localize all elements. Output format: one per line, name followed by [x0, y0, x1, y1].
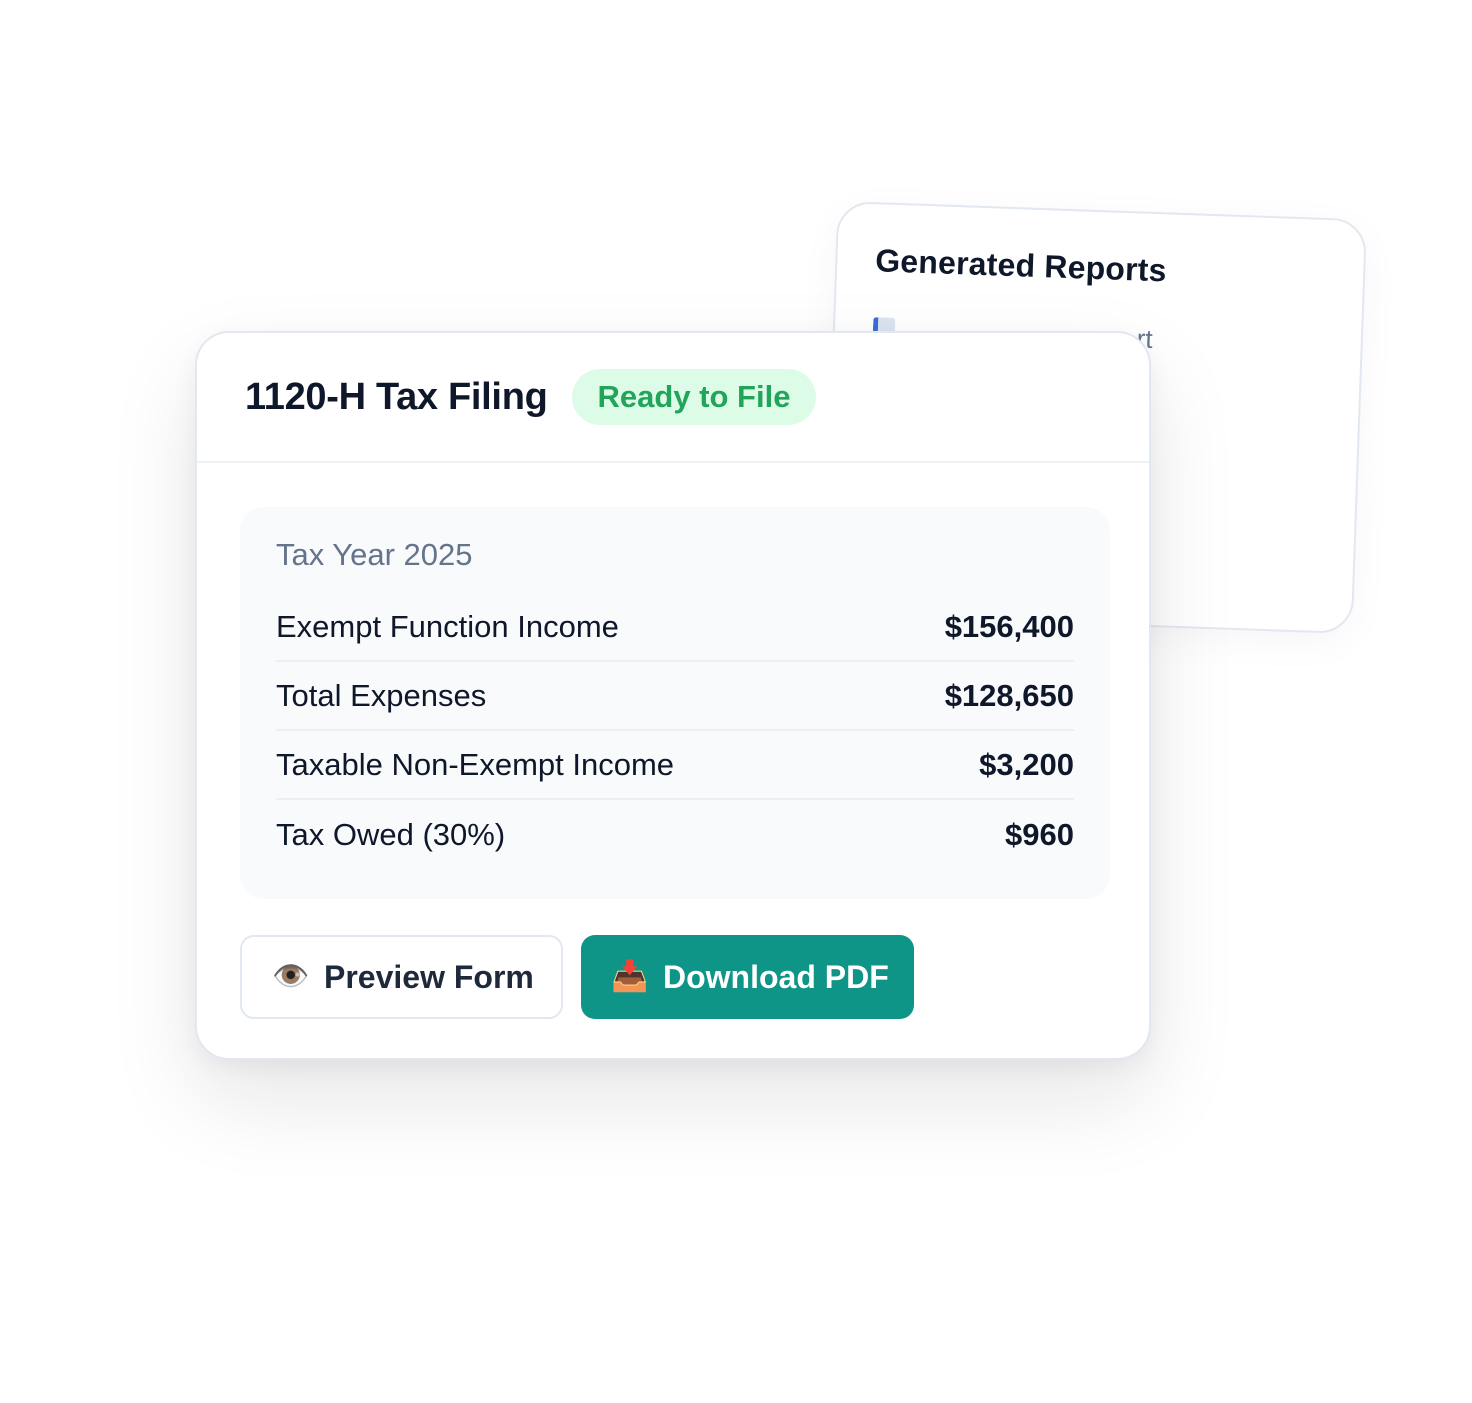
preview-form-label: Preview Form — [324, 958, 534, 995]
filing-summary: Tax Year 2025 Exempt Function Income $15… — [240, 507, 1110, 899]
table-row: Exempt Function Income $156,400 — [276, 593, 1074, 662]
generated-reports-title: Generated Reports — [874, 242, 1168, 289]
row-value: $128,650 — [944, 677, 1074, 713]
row-label: Taxable Non-Exempt Income — [276, 746, 675, 782]
row-value: $156,400 — [944, 608, 1074, 644]
inbox-download-icon: 📥 — [611, 960, 649, 993]
table-row: Taxable Non-Exempt Income $3,200 — [276, 731, 1074, 800]
row-label: Exempt Function Income — [276, 608, 619, 644]
row-label: Tax Owed (30%) — [276, 816, 506, 852]
preview-form-button[interactable]: 👁️ Preview Form — [240, 935, 563, 1019]
stage: Generated Reports rt 1120-H Tax Filing R… — [0, 0, 1472, 1403]
table-row: Total Expenses $128,650 — [276, 662, 1074, 731]
status-badge: Ready to File — [571, 368, 817, 426]
row-value: $960 — [1005, 816, 1074, 852]
action-bar: 👁️ Preview Form 📥 Download PDF — [240, 935, 914, 1019]
card-header: 1120-H Tax Filing Ready to File — [197, 333, 1149, 463]
eye-icon: 👁️ — [272, 960, 310, 993]
row-value: $3,200 — [979, 746, 1074, 782]
tax-filing-card: 1120-H Tax Filing Ready to File Tax Year… — [195, 331, 1151, 1060]
tax-year-label: Tax Year 2025 — [276, 537, 473, 572]
table-row: Tax Owed (30%) $960 — [276, 800, 1074, 869]
row-label: Total Expenses — [276, 677, 487, 713]
download-pdf-label: Download PDF — [663, 958, 889, 995]
filing-title: 1120-H Tax Filing — [245, 375, 548, 418]
download-pdf-button[interactable]: 📥 Download PDF — [581, 935, 914, 1019]
